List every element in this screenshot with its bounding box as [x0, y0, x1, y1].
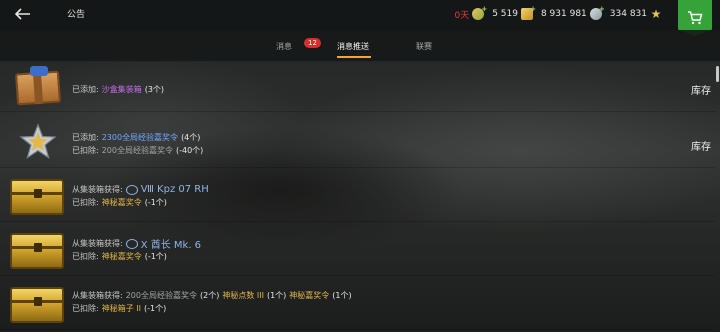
reward-count: (1个) — [266, 291, 287, 300]
from-crate-label: 从集装箱获得: — [72, 291, 123, 300]
list-item: 已添加: 沙盒集装箱 (3个) 库存 — [0, 62, 715, 112]
item-count: (-1个) — [143, 304, 167, 313]
item-name: 神秘嘉奖令 — [101, 252, 142, 261]
free-xp-value: 334 831 — [609, 9, 647, 19]
reward-name: 神秘点数 III — [222, 291, 264, 300]
reward-name: 神秘嘉奖令 — [289, 291, 330, 300]
deducted-label: 已扣除: — [72, 304, 99, 313]
gold-icon: + — [520, 5, 536, 20]
gold-balance[interactable]: 5 519 + — [492, 5, 536, 20]
message-text: 已添加: 2300全局经验嘉奖令 (4个) 已扣除: 200全局经验嘉奖令 (-… — [72, 131, 203, 157]
premium-account[interactable]: 0天 + — [454, 5, 487, 21]
currency-bar: 0天 + 5 519 + 8 931 981 + 334 831 ★ — [454, 5, 662, 22]
item-count: (-1个) — [144, 198, 167, 207]
added-label: 已添加: — [72, 133, 99, 142]
inventory-button[interactable]: 库存 — [691, 82, 711, 97]
gold-crate-icon — [10, 284, 66, 326]
item-name: 神秘箱子 II — [101, 304, 141, 313]
back-arrow-icon — [15, 8, 30, 20]
item-count: (-1个) — [144, 252, 167, 261]
credits-balance[interactable]: 8 931 981 + — [540, 5, 605, 20]
list-item: 从集装箱获得: Ⅹ 酋长 Mk. 6 已扣除: 神秘嘉奖令 (-1个) — [0, 226, 715, 276]
item-name: 神秘嘉奖令 — [101, 198, 142, 207]
credits-icon: + — [589, 5, 605, 20]
list-item: 从集装箱获得: 200全局经验嘉奖令 (2个) 神秘点数 III (1个) 神秘… — [0, 280, 715, 330]
item-count: (-40个) — [175, 146, 204, 155]
premium-days: 0天 — [454, 10, 470, 21]
list-item: 已添加: 2300全局经验嘉奖令 (4个) 已扣除: 200全局经验嘉奖令 (-… — [0, 118, 715, 168]
message-text: 已添加: 沙盒集装箱 (3个) — [72, 83, 164, 96]
free-xp-balance[interactable]: 334 831 ★ — [610, 8, 662, 20]
gold-crate-icon — [10, 230, 66, 272]
tank-name: Ⅹ 酋长 Mk. 6 — [140, 240, 202, 251]
reward-count: (1个) — [332, 291, 352, 300]
tab-push-notifications[interactable]: 消息推送 — [337, 41, 369, 52]
inventory-button[interactable]: 库存 — [691, 138, 711, 153]
premium-icon: + — [472, 5, 487, 20]
unread-count-badge: 12 — [304, 38, 321, 48]
deducted-label: 已扣除: — [72, 252, 99, 261]
back-button[interactable] — [10, 3, 36, 25]
message-text: 从集装箱获得: Ⅹ 酋长 Mk. 6 已扣除: 神秘嘉奖令 (-1个) — [72, 237, 201, 263]
from-crate-label: 从集装箱获得: — [72, 239, 123, 248]
tank-class-icon — [125, 184, 138, 195]
item-count: (3个) — [144, 85, 165, 94]
item-name: 沙盒集装箱 — [101, 85, 142, 94]
message-text: 从集装箱获得: 200全局经验嘉奖令 (2个) 神秘点数 III (1个) 神秘… — [72, 289, 352, 315]
gold-value: 5 519 — [492, 9, 518, 19]
message-text: 从集装箱获得: Ⅷ Kpz 07 RH 已扣除: 神秘嘉奖令 (-1个) — [72, 183, 209, 209]
tank-class-icon — [125, 238, 138, 249]
scrollbar[interactable] — [716, 66, 719, 82]
item-name: 2300全局经验嘉奖令 — [101, 133, 179, 142]
page-title: 公告 — [67, 10, 86, 20]
tab-messages[interactable]: 消息 — [276, 41, 292, 52]
deducted-label: 已扣除: — [72, 146, 99, 155]
message-list: 已添加: 沙盒集装箱 (3个) 库存 已添加: 2300全局经验嘉奖令 (4个) — [0, 58, 715, 332]
credits-value: 8 931 981 — [540, 9, 587, 19]
from-crate-label: 从集装箱获得: — [72, 185, 123, 194]
added-label: 已添加: — [72, 85, 99, 94]
reward-count: (2个) — [199, 291, 220, 300]
item-name: 200全局经验嘉奖令 — [101, 146, 173, 155]
deducted-label: 已扣除: — [72, 198, 99, 207]
tank-reward: Ⅷ Kpz 07 RH — [125, 184, 209, 195]
tank-name: Ⅷ Kpz 07 RH — [140, 184, 209, 195]
free-xp-star-icon: ★ — [650, 7, 662, 21]
list-item: 从集装箱获得: Ⅷ Kpz 07 RH 已扣除: 神秘嘉奖令 (-1个) — [0, 172, 715, 222]
shopping-cart-icon — [688, 11, 703, 25]
wooden-crate-icon — [10, 66, 66, 108]
tank-reward: Ⅹ 酋长 Mk. 6 — [125, 236, 202, 251]
reward-name: 200全局经验嘉奖令 — [125, 291, 197, 300]
item-count: (4个) — [181, 133, 201, 142]
gold-crate-icon — [10, 176, 66, 218]
tab-league[interactable]: 联赛 — [416, 41, 432, 52]
top-bar: 公告 0天 + 5 519 + 8 931 981 + 334 831 ★ — [0, 0, 720, 36]
star-badge-icon — [10, 122, 66, 164]
